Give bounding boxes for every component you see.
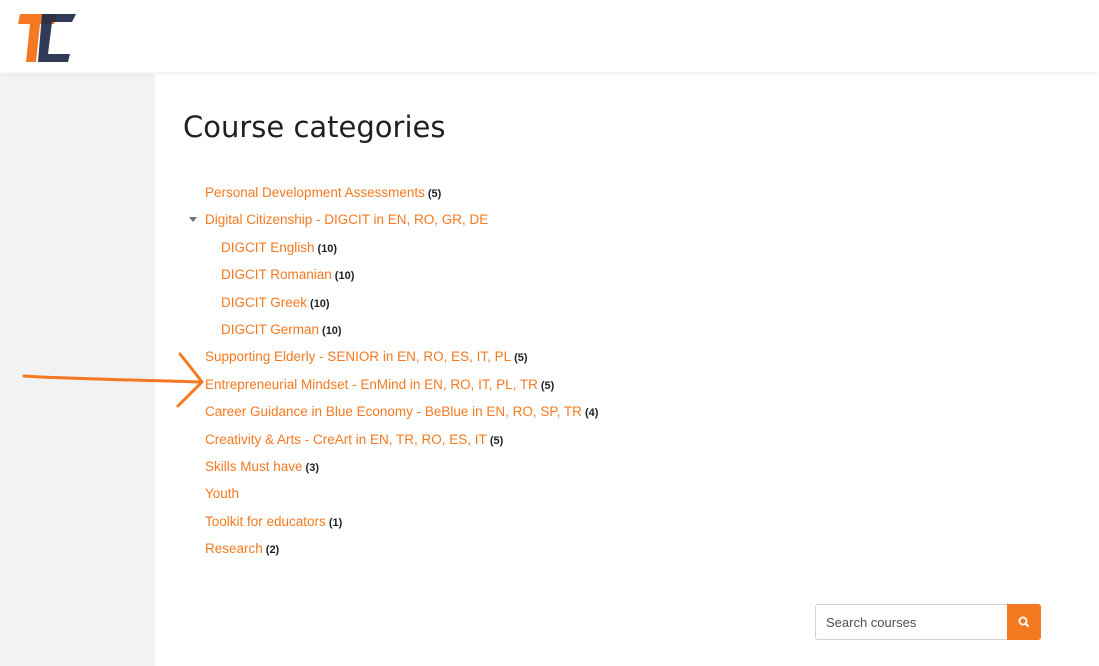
category-link[interactable]: Skills Must have bbox=[205, 459, 303, 474]
tc-logo-icon[interactable] bbox=[18, 12, 80, 64]
category-item: Supporting Elderly - SENIOR in EN, RO, E… bbox=[187, 346, 598, 373]
category-tree: Personal Development Assessments (5) Digit… bbox=[187, 182, 598, 565]
logo-c-shape bbox=[38, 14, 76, 62]
category-item: Digital Citizenship - DIGCIT in EN, RO, … bbox=[187, 209, 598, 236]
category-link[interactable]: Entrepreneurial Mindset - EnMind in EN, … bbox=[205, 377, 538, 392]
course-count: (10) bbox=[317, 242, 338, 255]
course-count: (5) bbox=[540, 379, 555, 392]
category-link[interactable]: Digital Citizenship - DIGCIT in EN, RO, … bbox=[205, 212, 488, 227]
course-count: (10) bbox=[310, 297, 330, 310]
category-link[interactable]: DIGCIT German bbox=[221, 322, 319, 337]
course-count: (3) bbox=[305, 461, 319, 474]
search-courses-form bbox=[815, 604, 1041, 640]
category-link[interactable]: DIGCIT Romanian bbox=[221, 267, 332, 282]
category-link[interactable]: Creativity & Arts - CreArt in EN, TR, RO… bbox=[205, 432, 487, 447]
course-count: (5) bbox=[427, 188, 442, 200]
subcategory-item: DIGCIT Greek (10) bbox=[187, 292, 598, 319]
category-link[interactable]: DIGCIT Greek bbox=[221, 295, 307, 310]
page-title: Course categories bbox=[183, 110, 446, 144]
expanded-caret-icon[interactable] bbox=[189, 217, 197, 223]
category-item: Entrepreneurial Mindset - EnMind in EN, … bbox=[187, 374, 598, 401]
search-button[interactable] bbox=[1007, 604, 1041, 640]
search-icon bbox=[1018, 616, 1029, 627]
left-drawer bbox=[0, 74, 155, 666]
subcategory-item: DIGCIT Romanian (10) bbox=[187, 264, 598, 291]
category-link[interactable]: Research bbox=[205, 541, 263, 556]
category-item: Creativity & Arts - CreArt in EN, TR, RO… bbox=[187, 429, 598, 456]
course-count: (5) bbox=[489, 434, 504, 447]
subcategory-item: DIGCIT English (10) bbox=[187, 237, 598, 264]
category-item: Toolkit for educators (1) bbox=[187, 511, 598, 538]
category-item: Research (2) bbox=[187, 538, 598, 565]
category-link[interactable]: Toolkit for educators bbox=[205, 514, 326, 529]
category-link[interactable]: DIGCIT English bbox=[221, 240, 315, 255]
category-link[interactable]: Youth bbox=[205, 486, 239, 501]
category-link[interactable]: Personal Development Assessments bbox=[205, 185, 425, 200]
category-link[interactable]: Supporting Elderly - SENIOR in EN, RO, E… bbox=[205, 349, 511, 364]
category-item: Career Guidance in Blue Economy - BeBlue… bbox=[187, 401, 598, 428]
category-item: Skills Must have (3) bbox=[187, 456, 598, 483]
course-count: (10) bbox=[322, 324, 342, 337]
category-item: Personal Development Assessments (5) bbox=[187, 182, 598, 209]
course-count: (5) bbox=[514, 352, 528, 365]
category-item: Youth bbox=[187, 483, 598, 510]
search-courses-input[interactable] bbox=[815, 604, 1007, 640]
category-link[interactable]: Career Guidance in Blue Economy - BeBlue… bbox=[205, 404, 582, 419]
top-navbar bbox=[0, 0, 1099, 72]
course-count: (2) bbox=[265, 544, 280, 557]
course-count: (1) bbox=[328, 516, 343, 529]
course-count: (4) bbox=[584, 407, 599, 420]
course-count: (10) bbox=[334, 270, 355, 283]
subcategory-item: DIGCIT German (10) bbox=[187, 319, 598, 346]
